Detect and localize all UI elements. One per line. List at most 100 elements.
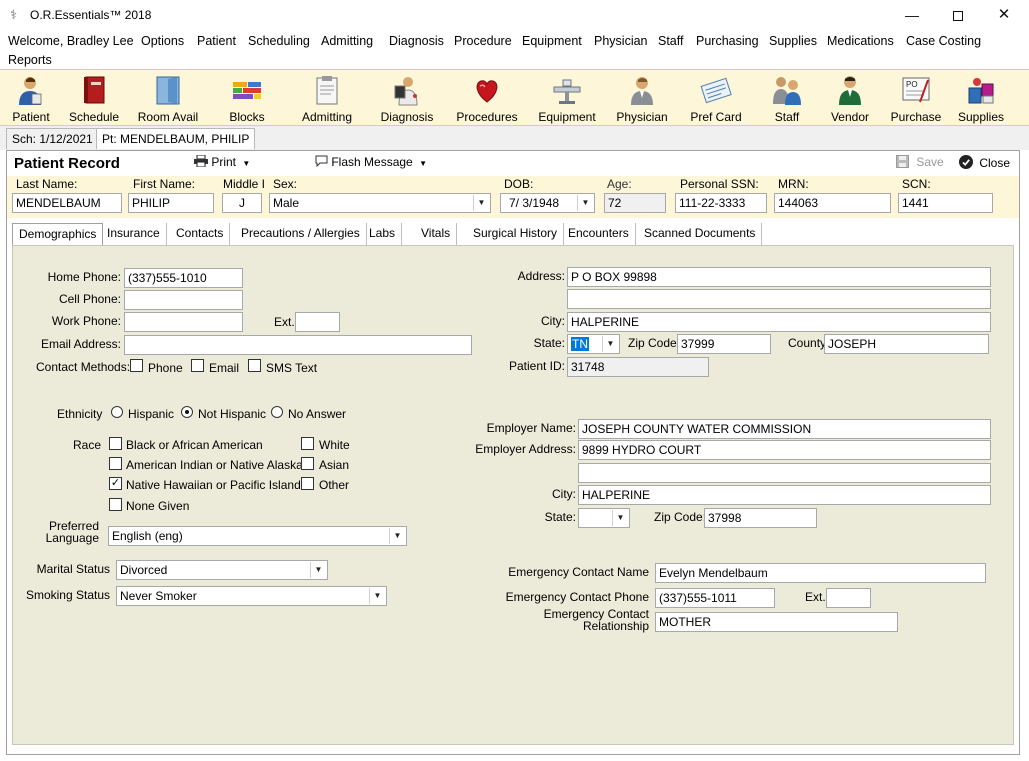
maximize-button[interactable] [935, 0, 981, 31]
address-line1-field[interactable]: P O BOX 99898 [567, 267, 991, 287]
city-field[interactable]: HALPERINE [567, 312, 991, 332]
close-record-button[interactable]: Close [959, 155, 1010, 170]
tab-labs[interactable]: Labs [363, 223, 403, 245]
last-name-field[interactable]: MENDELBAUM [12, 193, 122, 213]
menu-options[interactable]: Options [141, 34, 184, 48]
dob-picker[interactable]: 7/ 3/1948 ▼ [500, 193, 595, 213]
flash-message-button[interactable]: Flash Message ▼ [315, 155, 427, 169]
menu-welcome[interactable]: Welcome, Bradley Lee [8, 34, 134, 48]
race-american-indian-checkbox[interactable] [109, 457, 122, 470]
radio-selected-dot [185, 410, 189, 414]
age-field: 72 [604, 193, 666, 213]
employer-name-field[interactable]: JOSEPH COUNTY WATER COMMISSION [578, 419, 991, 439]
work-phone-field[interactable] [124, 312, 243, 332]
print-button[interactable]: Print ▼ [194, 154, 250, 169]
employer-address-line2-field[interactable] [578, 463, 991, 483]
minimize-button[interactable]: — [889, 0, 935, 31]
ssn-field[interactable]: 111-22-3333 [675, 193, 767, 213]
menu-procedure[interactable]: Procedure [454, 34, 512, 48]
middle-initial-field[interactable]: J [222, 193, 262, 213]
menu-diagnosis[interactable]: Diagnosis [389, 34, 444, 48]
toolbar-pref-card-button[interactable]: Pref Card [688, 72, 744, 126]
scn-label: SCN: [902, 177, 931, 191]
tab-schedule-date[interactable]: Sch: 1/12/2021 [6, 128, 99, 149]
contact-sms-checkbox[interactable] [248, 359, 261, 372]
employer-state-select[interactable]: ▼ [578, 508, 630, 528]
mrn-field[interactable]: 144063 [774, 193, 891, 213]
save-button[interactable]: Save [896, 155, 944, 169]
toolbar-room-avail-button[interactable]: Room Avail [136, 72, 200, 126]
toolbar-schedule-button[interactable]: Schedule [66, 72, 122, 126]
employer-address-line1-field[interactable]: 9899 HYDRO COURT [578, 440, 991, 460]
toolbar-blocks-button[interactable]: Blocks [222, 72, 272, 126]
heart-icon [476, 80, 498, 103]
race-none-given-checkbox[interactable] [109, 498, 122, 511]
tab-precautions-allergies[interactable]: Precautions / Allergies [235, 223, 367, 245]
marital-status-select[interactable]: Divorced ▼ [116, 560, 328, 580]
toolbar-physician-button[interactable]: Physician [613, 72, 671, 126]
toolbar-patient-button[interactable]: Patient [6, 72, 56, 126]
menu-case-costing[interactable]: Case Costing [906, 34, 981, 48]
race-native-hawaiian-checkbox[interactable]: ✓ [109, 477, 122, 490]
menu-medications[interactable]: Medications [827, 34, 894, 48]
toolbar-purchase-button[interactable]: PO Purchase [888, 72, 944, 126]
employer-city-field[interactable]: HALPERINE [578, 485, 991, 505]
close-window-button[interactable]: ✕ [981, 0, 1027, 31]
ethnicity-not-hispanic-radio[interactable] [181, 406, 193, 418]
menu-equipment[interactable]: Equipment [522, 34, 582, 48]
tab-contacts[interactable]: Contacts [170, 223, 231, 245]
address-line2-field[interactable] [567, 289, 991, 309]
state-select[interactable]: TN ▼ [567, 334, 620, 354]
county-field[interactable]: JOSEPH [824, 334, 989, 354]
ethnicity-no-answer-radio[interactable] [271, 406, 283, 418]
toolbar-vendor-button[interactable]: Vendor [826, 72, 874, 126]
menu-patient[interactable]: Patient [197, 34, 236, 48]
tab-surgical-history[interactable]: Surgical History [467, 223, 565, 245]
menu-purchasing[interactable]: Purchasing [696, 34, 759, 48]
menu-supplies[interactable]: Supplies [769, 34, 817, 48]
contact-phone-checkbox[interactable] [130, 359, 143, 372]
race-asian-checkbox[interactable] [301, 457, 314, 470]
emergency-ext-field[interactable] [826, 588, 871, 608]
emergency-phone-field[interactable]: (337)555-1011 [655, 588, 775, 608]
cell-phone-field[interactable] [124, 290, 243, 310]
toolbar-admitting-button[interactable]: Admitting [298, 72, 356, 126]
email-field[interactable] [124, 335, 472, 355]
tab-vitals[interactable]: Vitals [415, 223, 458, 245]
smoking-status-select[interactable]: Never Smoker ▼ [116, 586, 387, 606]
toolbar-supplies-button[interactable]: Supplies [955, 72, 1007, 126]
menu-admitting[interactable]: Admitting [321, 34, 373, 48]
race-white-checkbox[interactable] [301, 437, 314, 450]
preferred-language-select[interactable]: English (eng) ▼ [108, 526, 407, 546]
tab-encounters[interactable]: Encounters [562, 223, 636, 245]
race-other-checkbox[interactable] [301, 477, 314, 490]
tab-insurance[interactable]: Insurance [101, 223, 167, 245]
window-title: O.R.Essentials™ 2018 [30, 8, 152, 22]
emergency-relationship-field[interactable]: MOTHER [655, 612, 898, 632]
toolbar-procedures-button[interactable]: Procedures [454, 72, 520, 126]
scn-field[interactable]: 1441 [898, 193, 993, 213]
tab-patient-record[interactable]: Pt: MENDELBAUM, PHILIP [96, 128, 256, 149]
employer-zip-field[interactable]: 37998 [704, 508, 817, 528]
ssn-label: Personal SSN: [680, 177, 759, 191]
race-asian-label: Asian [319, 458, 350, 472]
tab-scanned-documents[interactable]: Scanned Documents [638, 223, 763, 245]
contact-email-checkbox[interactable] [191, 359, 204, 372]
home-phone-field[interactable]: (337)555-1010 [124, 268, 243, 288]
ethnicity-hispanic-radio[interactable] [111, 406, 123, 418]
race-black-checkbox[interactable] [109, 437, 122, 450]
first-name-field[interactable]: PHILIP [128, 193, 214, 213]
work-ext-field[interactable] [295, 312, 340, 332]
menu-reports[interactable]: Reports [8, 53, 52, 67]
toolbar-diagnosis-button[interactable]: Diagnosis [377, 72, 437, 126]
sex-select[interactable]: Male ▼ [269, 193, 491, 213]
emergency-name-field[interactable]: Evelyn Mendelbaum [655, 563, 986, 583]
menu-physician[interactable]: Physician [594, 34, 648, 48]
menu-scheduling[interactable]: Scheduling [248, 34, 310, 48]
zip-code-field[interactable]: 37999 [677, 334, 771, 354]
menu-staff[interactable]: Staff [658, 34, 683, 48]
tab-demographics[interactable]: Demographics [12, 223, 104, 245]
toolbar-equipment-button[interactable]: Equipment [536, 72, 598, 126]
toolbar-staff-button[interactable]: Staff [764, 72, 810, 126]
patient-icon [19, 77, 42, 105]
